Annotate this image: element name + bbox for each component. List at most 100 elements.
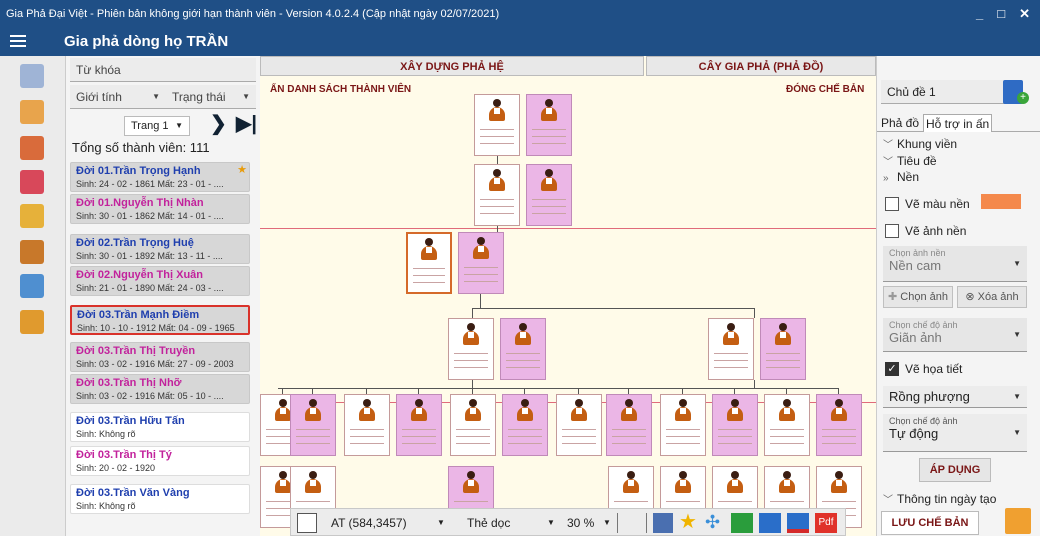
member-card[interactable] bbox=[458, 232, 504, 294]
avatar bbox=[779, 471, 795, 493]
tab-tree[interactable]: CÂY GIA PHẢ (PHẢ ĐỒ) bbox=[646, 56, 876, 76]
member-name: Đời 02.Trần Trọng Huệ bbox=[76, 237, 194, 249]
image-mode-select[interactable]: Chọn chế độ ảnh Giãn ảnh ▼ bbox=[883, 318, 1027, 352]
page-select[interactable]: Trang 1 ▼ bbox=[124, 116, 190, 136]
member-card[interactable] bbox=[660, 394, 706, 456]
card-text-line bbox=[822, 501, 856, 502]
member-card[interactable] bbox=[764, 394, 810, 456]
next-page-icon[interactable]: ❯ bbox=[210, 111, 227, 136]
calendar-grid-icon[interactable] bbox=[20, 170, 44, 194]
member-item[interactable]: Đời 01.Nguyễn Thị Nhàn Sinh: 30 - 01 - 18… bbox=[70, 194, 250, 224]
close-button[interactable]: ✕ bbox=[1019, 0, 1030, 28]
apply-button[interactable]: ÁP DỤNG bbox=[919, 458, 991, 482]
tab-build[interactable]: XÂY DỰNG PHẢ HỆ bbox=[260, 56, 644, 76]
member-card[interactable] bbox=[406, 232, 452, 294]
avatar bbox=[473, 237, 489, 259]
member-item[interactable]: Đời 02.Nguyễn Thị Xuân Sinh: 21 - 01 - 18… bbox=[70, 266, 250, 296]
chevron-down-icon: ▼ bbox=[152, 92, 160, 101]
zoom-slider[interactable] bbox=[617, 513, 647, 533]
member-item[interactable]: Đời 03.Trần Văn Vàng Sinh: Không rõ bbox=[70, 484, 250, 514]
chevron-down-icon[interactable]: ▼ bbox=[437, 513, 445, 533]
tree-connector bbox=[754, 308, 755, 318]
card-text-line bbox=[480, 143, 514, 144]
person-search-icon[interactable] bbox=[20, 240, 44, 264]
computer-time-icon[interactable] bbox=[20, 274, 44, 298]
layout-icon[interactable] bbox=[653, 513, 673, 533]
bg-image-checkbox[interactable] bbox=[885, 224, 899, 238]
member-card[interactable] bbox=[500, 318, 546, 380]
member-card[interactable] bbox=[450, 394, 496, 456]
chevron-down-icon[interactable]: ▼ bbox=[547, 513, 555, 533]
tree-blue-icon[interactable] bbox=[759, 513, 781, 533]
menu-icon[interactable] bbox=[10, 32, 26, 52]
tree-split-icon[interactable] bbox=[787, 513, 809, 533]
pattern-checkbox[interactable]: ✓ bbox=[885, 362, 899, 376]
keyword-input[interactable]: Từ khóa bbox=[70, 58, 256, 82]
member-name: Đời 03.Trần Hữu Tấn bbox=[76, 415, 185, 427]
member-name: Đời 01.Nguyễn Thị Nhàn bbox=[76, 197, 204, 209]
bg-color-checkbox[interactable] bbox=[885, 197, 899, 211]
star-icon[interactable]: ★ bbox=[679, 512, 697, 533]
zoom-select[interactable]: 30 % bbox=[567, 513, 594, 533]
tab-pha-do[interactable]: Phả đồ bbox=[879, 114, 921, 132]
calendar-tree-icon[interactable] bbox=[20, 100, 44, 124]
member-card[interactable] bbox=[708, 318, 754, 380]
member-card[interactable] bbox=[556, 394, 602, 456]
member-card[interactable] bbox=[760, 318, 806, 380]
member-card[interactable] bbox=[526, 94, 572, 156]
member-card[interactable] bbox=[526, 164, 572, 226]
member-item[interactable]: Đời 02.Trần Trọng Huệ Sinh: 30 - 01 - 189… bbox=[70, 234, 250, 264]
delete-image-button[interactable]: ⊗ Xóa ảnh bbox=[957, 286, 1027, 308]
card-text-line bbox=[532, 143, 566, 144]
section-date-info[interactable]: ﹀ Thông tin ngày tạo bbox=[883, 491, 996, 506]
member-card[interactable] bbox=[344, 394, 390, 456]
people-icon[interactable] bbox=[20, 136, 44, 160]
member-card[interactable] bbox=[396, 394, 442, 456]
maximize-button[interactable]: □ bbox=[997, 0, 1005, 28]
chevron-down-icon: ﹀ bbox=[883, 140, 893, 151]
theme-select[interactable]: Chủ đề 1 bbox=[881, 80, 1017, 104]
pdf-button[interactable]: Pdf bbox=[815, 513, 837, 533]
card-text-line bbox=[402, 436, 436, 437]
member-item[interactable]: Đời 03.Trần Thị Nhỡ Sinh: 03 - 02 - 1916 … bbox=[70, 374, 250, 404]
member-card[interactable] bbox=[712, 394, 758, 456]
chevron-down-icon[interactable]: ▼ bbox=[603, 513, 611, 533]
pick-image-button[interactable]: ✚ Chọn ảnh bbox=[883, 286, 953, 308]
lock-table-icon[interactable] bbox=[20, 310, 44, 334]
card-text-line bbox=[296, 429, 330, 430]
member-item[interactable]: Đời 01.Trần Trọng Hạnh Sinh: 24 - 02 - 18… bbox=[70, 162, 250, 192]
member-card[interactable] bbox=[474, 164, 520, 226]
gear-settings-icon[interactable] bbox=[20, 204, 44, 228]
section-frame[interactable]: ﹀ Khung viền bbox=[883, 136, 957, 151]
save-button[interactable]: LƯU CHẾ BẢN bbox=[881, 511, 979, 535]
gender-dropdown[interactable]: Giới tính ▼ bbox=[70, 85, 166, 109]
bg-color-swatch[interactable] bbox=[981, 194, 1021, 209]
tab-print-support[interactable]: Hỗ trợ in ấn bbox=[923, 114, 993, 132]
align-center-icon[interactable]: ✣ bbox=[705, 513, 720, 533]
member-card[interactable] bbox=[448, 318, 494, 380]
chevron-down-icon: ▼ bbox=[1013, 427, 1021, 437]
member-item[interactable]: Đời 03.Trần Thị Truyền Sinh: 03 - 02 - 19… bbox=[70, 342, 250, 372]
title-bar: Gia Phả Đại Việt - Phiên bản không giới … bbox=[0, 0, 1040, 28]
member-card[interactable] bbox=[816, 394, 862, 456]
barcode-icon[interactable] bbox=[297, 513, 317, 533]
last-page-icon[interactable]: ▶| bbox=[236, 111, 257, 136]
tree-green-icon[interactable] bbox=[731, 513, 753, 533]
member-item[interactable]: Đời 03.Trần Thị Tý Sinh: 20 - 02 - 1920 bbox=[70, 446, 250, 476]
section-title[interactable]: ﹀ Tiêu đề bbox=[883, 153, 937, 168]
family-tree-icon[interactable] bbox=[20, 64, 44, 88]
member-item[interactable]: Đời 03.Trần Mạnh Điềm Sinh: 10 - 10 - 191… bbox=[70, 305, 250, 335]
section-background[interactable]: » Nền bbox=[883, 170, 919, 184]
member-card[interactable] bbox=[474, 94, 520, 156]
member-item[interactable]: Đời 03.Trần Hữu Tấn Sinh: Không rõ bbox=[70, 412, 250, 442]
minimize-button[interactable]: _ bbox=[976, 0, 983, 28]
member-card[interactable] bbox=[606, 394, 652, 456]
member-card[interactable] bbox=[290, 394, 336, 456]
status-dropdown[interactable]: Trạng thái ▼ bbox=[166, 85, 256, 109]
orientation-select[interactable]: Thẻ dọc bbox=[467, 513, 510, 533]
pattern-select[interactable]: Rồng phượng ▼ bbox=[883, 386, 1027, 408]
export-icon[interactable] bbox=[1005, 508, 1031, 534]
mode2-select[interactable]: Chọn chế độ ảnh Tự động ▼ bbox=[883, 414, 1027, 452]
member-card[interactable] bbox=[502, 394, 548, 456]
bg-image-select[interactable]: Chọn ảnh nền Nền cam ▼ bbox=[883, 246, 1027, 282]
